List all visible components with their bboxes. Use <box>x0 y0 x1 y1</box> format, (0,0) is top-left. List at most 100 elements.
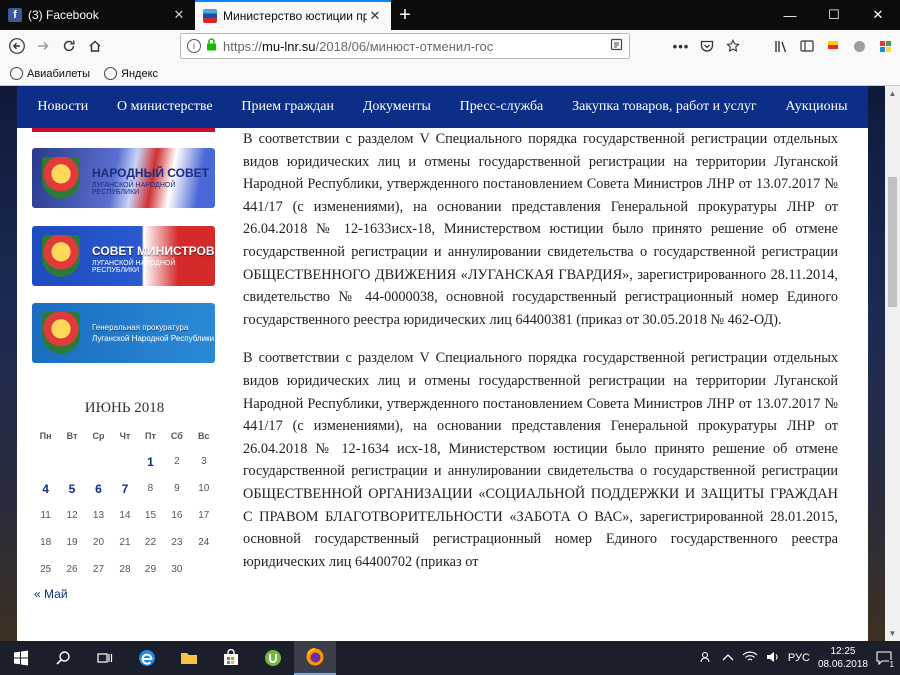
close-window-button[interactable]: ✕ <box>856 0 900 30</box>
start-button[interactable] <box>0 641 42 675</box>
screen: f (3) Facebook ✕ Министерство юстиции пр… <box>0 0 900 675</box>
calendar-weekday: Чт <box>119 431 131 441</box>
extension-flag-icon[interactable] <box>822 35 844 57</box>
calendar-day: 21 <box>119 537 131 548</box>
search-icon <box>56 651 70 665</box>
vertical-scrollbar[interactable]: ▲ ▼ <box>885 86 900 641</box>
calendar-day: 29 <box>144 564 157 575</box>
scroll-up-arrow[interactable]: ▲ <box>885 86 900 101</box>
utorrent-icon <box>265 650 281 666</box>
minimize-button[interactable]: — <box>768 0 812 30</box>
library-icon[interactable] <box>770 35 792 57</box>
task-view-icon <box>97 653 113 663</box>
calendar-day[interactable]: 4 <box>32 475 59 502</box>
calendar-day: 27 <box>92 564 105 575</box>
calendar-weekday: Вт <box>66 431 78 441</box>
reload-button[interactable] <box>56 33 82 59</box>
clock[interactable]: 12:25 08.06.2018 <box>818 645 868 671</box>
edge-app[interactable] <box>126 641 168 675</box>
volume-icon[interactable] <box>766 651 780 666</box>
banner-prosecutor-general[interactable]: Генеральная прокуратура Луганской Народн… <box>32 303 215 363</box>
menu-item-reception[interactable]: Прием граждан <box>241 99 334 115</box>
banner-subtitle: ЛУГАНСКОЙ НАРОДНОЙ РЕСПУБЛИКИ <box>92 260 176 274</box>
store-app[interactable] <box>210 641 252 675</box>
people-icon[interactable] <box>700 650 714 667</box>
calendar-day: 28 <box>119 564 131 575</box>
explorer-app[interactable] <box>168 641 210 675</box>
sidebar: НАРОДНЫЙ СОВЕТ ЛУГАНСКОЙ НАРОДНОЙ РЕСПУБ… <box>17 128 229 641</box>
calendar-day: 14 <box>119 510 131 521</box>
menu-item-about[interactable]: О министерстве <box>117 99 213 115</box>
pocket-icon[interactable] <box>696 35 718 57</box>
page-actions-icon[interactable]: ••• <box>670 35 692 57</box>
bookmark-label: Авиабилеты <box>27 67 91 80</box>
close-tab-icon[interactable]: ✕ <box>367 8 383 24</box>
menu-item-auctions[interactable]: Аукционы <box>785 99 847 115</box>
bookmark-star-icon[interactable] <box>722 35 744 57</box>
tab-facebook[interactable]: f (3) Facebook ✕ <box>0 0 195 30</box>
sidebar-icon[interactable] <box>796 35 818 57</box>
calendar-week-row: 25 26 27 28 29 30 <box>32 556 217 583</box>
article-body: В соответствии с разделом V Специального… <box>243 128 838 589</box>
banner-title: Генеральная прокуратура <box>92 323 189 332</box>
calendar-day[interactable]: 7 <box>112 475 137 502</box>
calendar-table: Пн Вт Ср Чт Пт Сб Вс 1 2 3 4 5 6 7 8 9 10 11 12 13 14 15 16 17… <box>32 424 217 583</box>
calendar-day: 26 <box>66 564 78 575</box>
calendar-day[interactable]: 5 <box>59 475 84 502</box>
menu-item-procurement[interactable]: Закупка товаров, работ и услуг <box>572 99 757 115</box>
url-actions <box>610 38 623 54</box>
bookmark-aviabilety[interactable]: Авиабилеты <box>10 67 90 80</box>
menu-item-documents[interactable]: Документы <box>363 99 431 115</box>
language-indicator[interactable]: РУС <box>788 652 810 664</box>
address-bar[interactable]: i https:// mu-lnr.su /2018/06/минюст-отм… <box>180 33 630 59</box>
home-button[interactable] <box>82 33 108 59</box>
folder-icon <box>181 653 197 664</box>
new-tab-button[interactable]: + <box>391 0 419 30</box>
lock-icon <box>206 38 217 54</box>
calendar-empty-cell <box>112 448 137 475</box>
globe-icon <box>10 67 23 80</box>
extension-grid-icon[interactable] <box>874 35 896 57</box>
forward-button[interactable] <box>30 33 56 59</box>
wifi-icon[interactable] <box>742 651 758 666</box>
search-button[interactable] <box>42 641 84 675</box>
task-view-button[interactable] <box>84 641 126 675</box>
utorrent-app[interactable] <box>252 641 294 675</box>
extension-globe-icon[interactable] <box>848 35 870 57</box>
url-host: mu-lnr.su <box>262 38 316 54</box>
calendar-weekday: Ср <box>92 431 105 441</box>
system-tray: РУС 12:25 08.06.2018 1 <box>700 641 900 675</box>
calendar-day[interactable]: 6 <box>85 475 112 502</box>
firefox-app[interactable] <box>294 641 336 675</box>
tab-ministry[interactable]: Министерство юстиции прин ✕ <box>195 0 391 30</box>
menu-item-news[interactable]: Новости <box>37 99 88 115</box>
calendar-day[interactable]: 1 <box>138 448 163 475</box>
chevron-up-icon[interactable] <box>722 652 734 664</box>
calendar-day: 2 <box>174 456 180 467</box>
banner-people-council[interactable]: НАРОДНЫЙ СОВЕТ ЛУГАНСКОЙ НАРОДНОЙ РЕСПУБ… <box>32 148 215 208</box>
forward-arrow-icon <box>38 42 49 50</box>
edge-icon <box>139 650 155 666</box>
banner-council-of-ministers[interactable]: СОВЕТ МИНИСТРОВ ЛУГАНСКОЙ НАРОДНОЙ РЕСПУ… <box>32 226 215 286</box>
bookmark-yandex[interactable]: Яндекс <box>104 67 158 80</box>
reader-view-icon[interactable] <box>610 38 623 54</box>
emblem-icon <box>42 312 80 354</box>
calendar-week-row: 12 3 <box>32 448 217 475</box>
back-button[interactable] <box>4 33 30 59</box>
maximize-button[interactable]: ☐ <box>812 0 856 30</box>
banner-subtitle: Луганской Народной Республики <box>92 334 215 343</box>
action-center-icon[interactable]: 1 <box>876 651 895 669</box>
calendar-empty-cell <box>85 448 112 475</box>
scrollbar-thumb[interactable] <box>888 177 897 307</box>
calendar-empty-cell <box>32 448 59 475</box>
calendar-day: 15 <box>144 510 157 521</box>
calendar-day: 19 <box>66 537 78 548</box>
scroll-down-arrow[interactable]: ▼ <box>885 626 900 641</box>
menu-item-press[interactable]: Пресс-служба <box>460 99 544 115</box>
notification-count: 1 <box>888 660 895 669</box>
close-tab-icon[interactable]: ✕ <box>171 7 187 23</box>
clock-date: 08.06.2018 <box>817 659 868 670</box>
info-icon[interactable]: i <box>187 39 201 53</box>
article-paragraph: В соответствии с разделом V Специального… <box>243 350 838 570</box>
calendar-prev-link[interactable]: « Май <box>32 587 217 601</box>
